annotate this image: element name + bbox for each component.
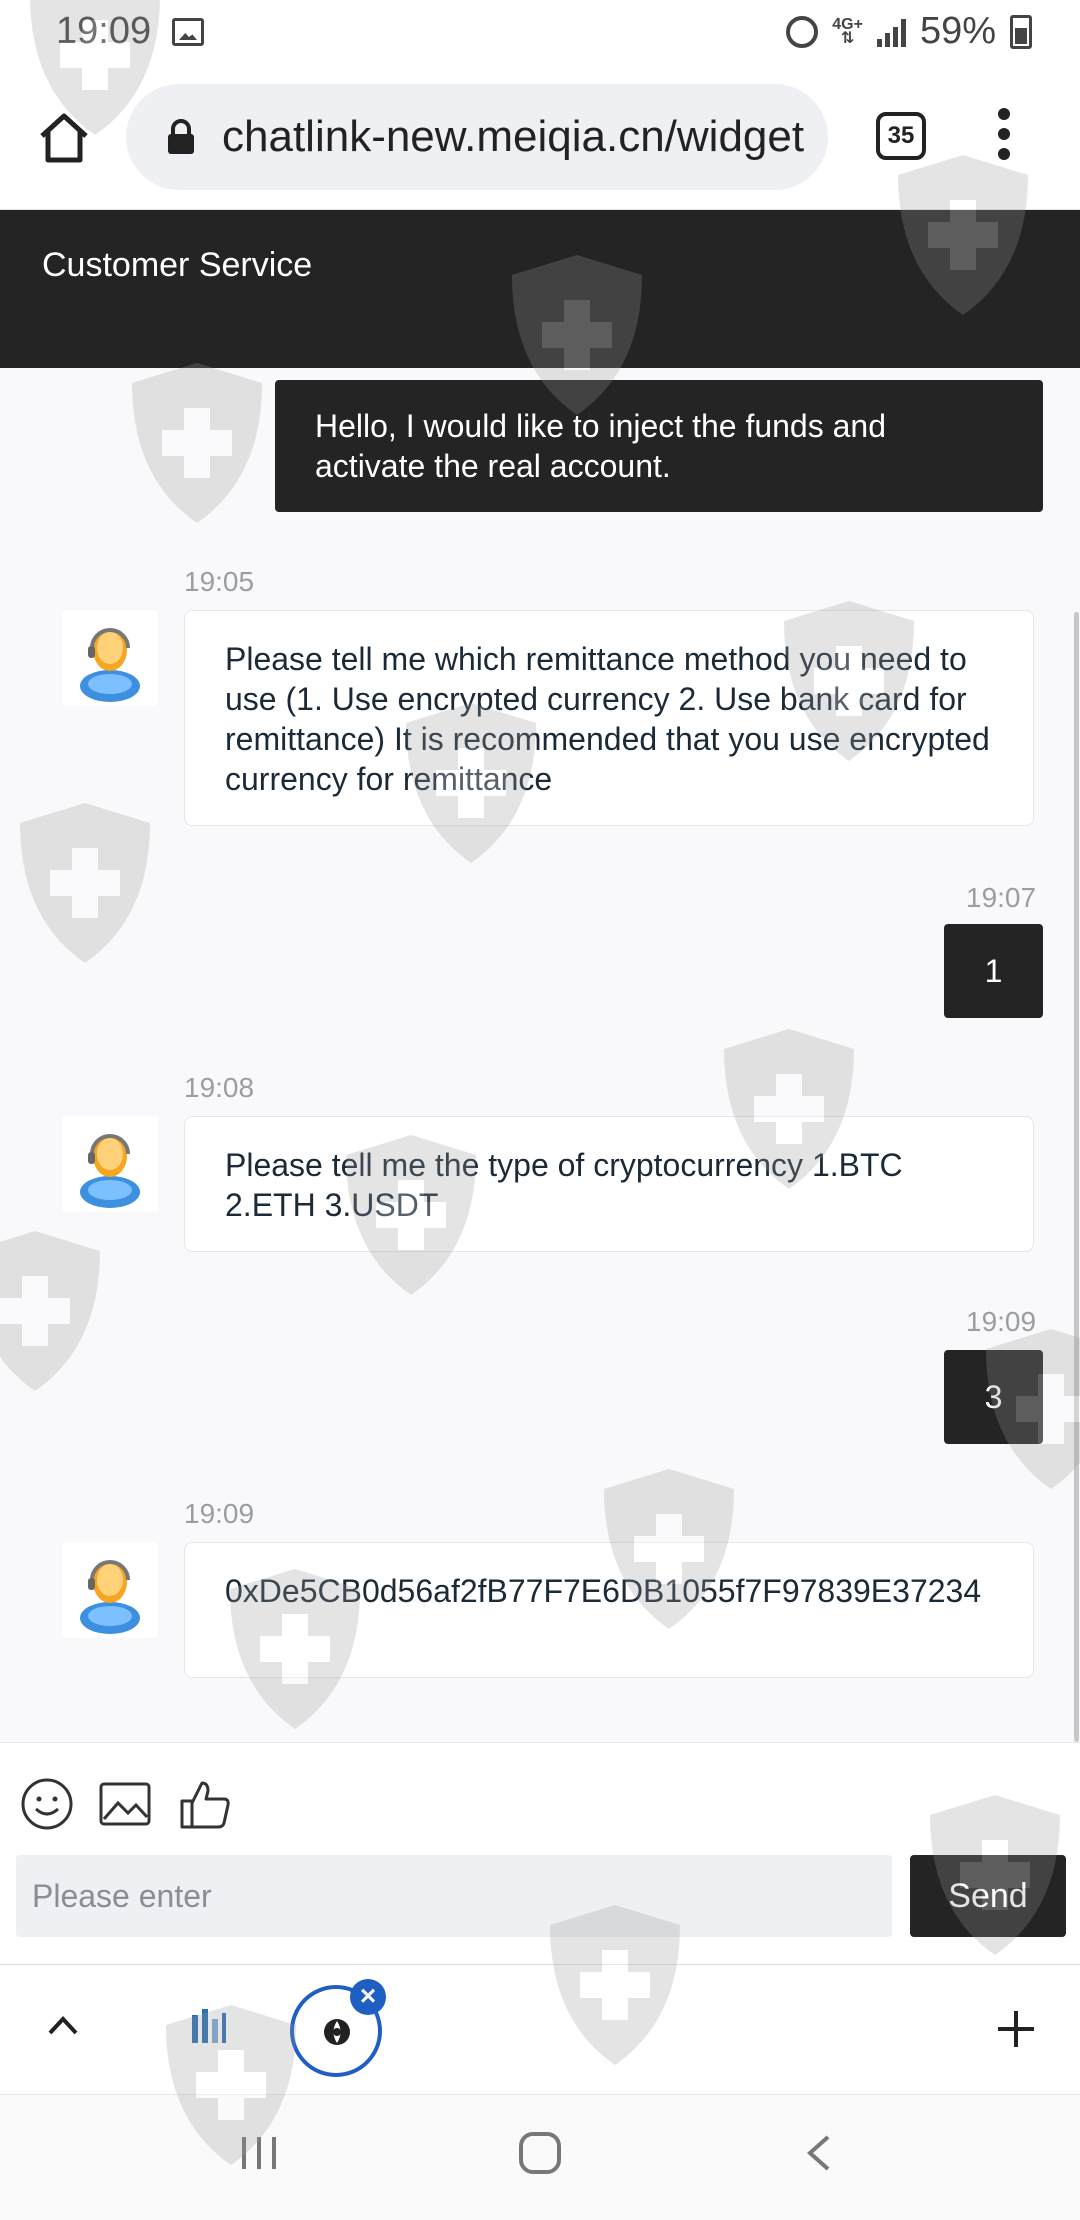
battery-percentage: 59% — [919, 10, 996, 52]
battery-icon — [1010, 14, 1032, 49]
agent-avatar — [62, 1542, 158, 1638]
message-text: 1 — [984, 953, 1003, 989]
shield-watermark-icon — [132, 363, 262, 523]
close-badge-icon[interactable]: × — [350, 1979, 386, 2015]
bottom-toolbar: × — [0, 1964, 1080, 2094]
emoji-icon[interactable] — [20, 1777, 74, 1831]
user-message: Hello, I would like to inject the funds … — [275, 380, 1043, 512]
message-timestamp: 19:07 — [966, 882, 1037, 913]
plus-icon[interactable] — [996, 2009, 1036, 2049]
status-icons: 4G+ ⇅ 59% — [786, 10, 1032, 53]
network-label: 4G+ — [832, 15, 863, 33]
signal-icon — [876, 17, 906, 47]
agent-avatar — [62, 1116, 158, 1212]
message-input[interactable] — [16, 1855, 892, 1937]
user-message: 3 — [944, 1350, 1043, 1444]
shield-watermark-icon — [0, 1231, 100, 1391]
send-button[interactable]: Send — [910, 1855, 1066, 1937]
thumbs-up-icon[interactable] — [178, 1777, 232, 1831]
system-nav-bar — [0, 2094, 1080, 2220]
shield-watermark-icon — [20, 803, 150, 963]
message-timestamp: 19:05 — [184, 566, 255, 597]
message-text: Please tell me which remittance method y… — [225, 641, 990, 797]
agent-message: Please tell me the type of cryptocurrenc… — [184, 1116, 1034, 1252]
chat-header: Customer Service — [0, 210, 1080, 368]
alarm-icon — [786, 15, 819, 48]
more-menu-icon[interactable] — [998, 108, 1012, 164]
image-upload-icon[interactable] — [98, 1777, 152, 1831]
tab-switcher-button[interactable]: 35 — [876, 112, 926, 160]
message-text: Hello, I would like to inject the funds … — [315, 408, 886, 484]
network-indicator: 4G+ ⇅ — [832, 15, 863, 47]
message-text: Please tell me the type of cryptocurrenc… — [225, 1147, 903, 1223]
image-notification-icon — [172, 18, 204, 46]
agent-message: 0xDe5CB0d56af2fB77F7E6DB1055f7F97839E372… — [184, 1542, 1034, 1678]
home-button-icon[interactable] — [518, 2131, 562, 2175]
scrollbar[interactable] — [1074, 612, 1079, 1742]
chevron-up-icon[interactable] — [46, 2013, 80, 2037]
agent-avatar — [62, 610, 158, 706]
status-time: 19:09 — [56, 10, 152, 52]
status-bar: 19:09 4G+ ⇅ 59% — [0, 0, 1080, 66]
address-bar[interactable]: chatlink-new.meiqia.cn/widget — [126, 84, 828, 190]
agent-message: Please tell me which remittance method y… — [184, 610, 1034, 826]
message-text: 0xDe5CB0d56af2fB77F7E6DB1055f7F97839E372… — [225, 1573, 982, 1609]
message-timestamp: 19:09 — [184, 1498, 255, 1529]
browser-toolbar: chatlink-new.meiqia.cn/widget 35 — [0, 66, 1080, 210]
lock-icon — [168, 119, 194, 154]
url-text: chatlink-new.meiqia.cn/widget — [222, 112, 805, 161]
app-shortcut-icon[interactable] — [186, 2005, 230, 2049]
user-message: 1 — [944, 924, 1043, 1018]
home-icon[interactable] — [38, 112, 90, 164]
message-timestamp: 19:09 — [966, 1306, 1037, 1337]
message-text: 3 — [984, 1379, 1003, 1415]
message-composer: Send — [0, 1742, 1080, 1964]
floating-chat-icon — [324, 2019, 350, 2045]
recent-apps-icon[interactable] — [238, 2133, 280, 2173]
message-timestamp: 19:08 — [184, 1072, 255, 1103]
back-icon[interactable] — [804, 2133, 832, 2173]
page-title: Customer Service — [42, 246, 313, 284]
